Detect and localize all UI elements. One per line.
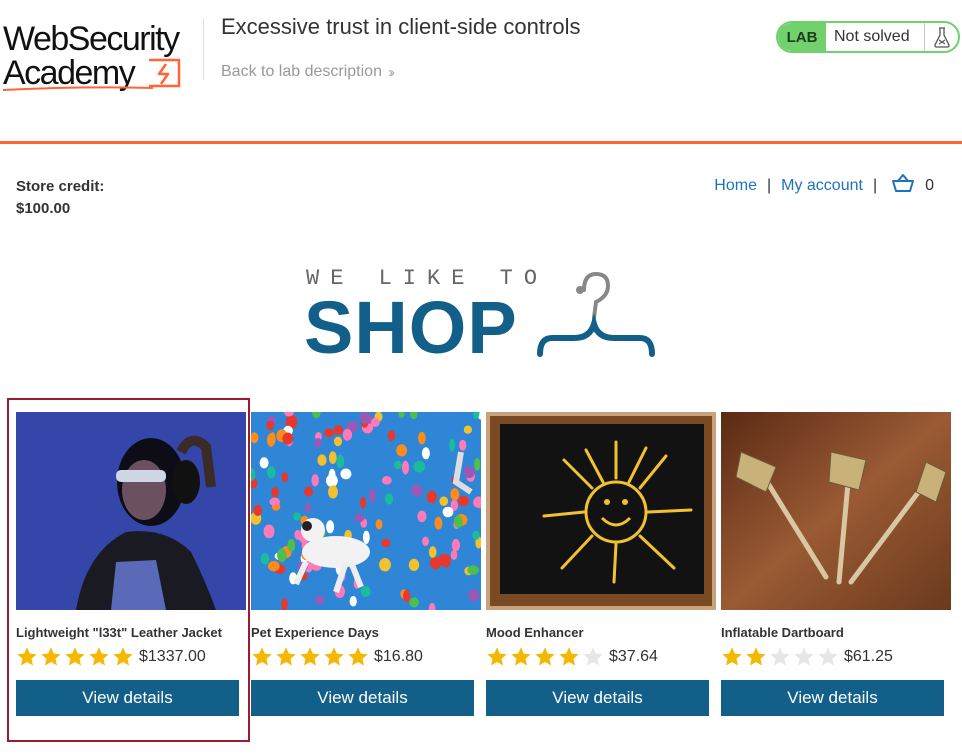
page: WebSecurity Academy Excessive trust in c… [0, 0, 962, 753]
star-filled-icon [535, 647, 555, 666]
product-card: Lightweight "l33t" Leather Jacket $1337.… [16, 412, 246, 716]
star-filled-icon [276, 647, 296, 666]
lab-status-text: Not solved [834, 28, 910, 45]
product-image [16, 412, 246, 610]
product-image [721, 412, 951, 610]
star-filled-icon [487, 647, 507, 666]
web-security-academy-logo[interactable]: WebSecurity Academy [3, 14, 203, 94]
star-filled-icon [65, 647, 85, 666]
star-filled-icon [89, 647, 109, 666]
nav-my-account-link[interactable]: My account [781, 177, 863, 195]
store-credit-label: Store credit: [16, 178, 105, 195]
star-rating [486, 646, 604, 668]
product-price: $1337.00 [139, 648, 206, 665]
view-details-button[interactable]: View details [251, 680, 474, 716]
star-filled-icon [324, 647, 344, 666]
star-filled-icon [746, 647, 766, 666]
star-empty-icon [770, 647, 790, 666]
back-link-label: Back to lab description [221, 63, 382, 80]
nav-separator: | [872, 176, 878, 194]
top-navigation: Home | My account | 0 [714, 173, 934, 198]
view-details-button[interactable]: View details [721, 680, 944, 716]
star-empty-icon [794, 647, 814, 666]
lab-badge: LAB [778, 23, 826, 51]
hanger-icon [536, 268, 656, 365]
star-filled-icon [252, 647, 272, 666]
product-price: $37.64 [609, 648, 658, 665]
view-details-button[interactable]: View details [16, 680, 239, 716]
cart-link[interactable]: 0 [891, 173, 934, 198]
star-empty-icon [818, 647, 838, 666]
star-filled-icon [348, 647, 368, 666]
product-price: $61.25 [844, 648, 893, 665]
flask-icon [924, 23, 958, 51]
star-filled-icon [41, 647, 61, 666]
double-chevron-right-icon: ›› [387, 63, 395, 81]
product-rating-row: $37.64 [486, 644, 716, 670]
product-rating-row: $61.25 [721, 644, 951, 670]
star-filled-icon [300, 647, 320, 666]
product-card: Inflatable Dartboard $61.25 View details [721, 412, 951, 716]
star-filled-icon [17, 647, 37, 666]
star-filled-icon [722, 647, 742, 666]
product-name: Inflatable Dartboard [721, 625, 844, 640]
product-name: Lightweight "l33t" Leather Jacket [16, 625, 222, 640]
product-image [486, 412, 716, 610]
svg-text:Academy: Academy [3, 54, 136, 92]
lab-status-widget: LAB Not solved [776, 21, 960, 53]
product-card: Pet Experience Days $16.80 View details [251, 412, 481, 716]
cart-icon [891, 173, 915, 198]
product-price: $16.80 [374, 648, 423, 665]
star-rating [251, 646, 369, 668]
product-name: Mood Enhancer [486, 625, 584, 640]
product-rating-row: $16.80 [251, 644, 481, 670]
star-filled-icon [559, 647, 579, 666]
product-grid: Lightweight "l33t" Leather Jacket $1337.… [0, 412, 962, 742]
star-filled-icon [511, 647, 531, 666]
banner-shop-title: SHOP [304, 286, 518, 369]
star-empty-icon [583, 647, 603, 666]
header-divider [203, 18, 204, 80]
product-rating-row: $1337.00 [16, 644, 246, 670]
star-filled-icon [113, 647, 133, 666]
store-credit: Store credit: $100.00 [16, 176, 104, 220]
academy-header: WebSecurity Academy Excessive trust in c… [0, 0, 962, 144]
svg-text:WebSecurity: WebSecurity [3, 20, 180, 58]
product-name: Pet Experience Days [251, 625, 379, 640]
lab-title: Excessive trust in client-side controls [221, 14, 581, 39]
star-rating [721, 646, 839, 668]
product-image [251, 412, 481, 610]
nav-home-link[interactable]: Home [714, 177, 757, 195]
product-card: Mood Enhancer $37.64 View details [486, 412, 716, 716]
nav-separator: | [766, 176, 772, 194]
back-to-lab-description-link[interactable]: Back to lab description ›› [221, 63, 395, 81]
view-details-button[interactable]: View details [486, 680, 709, 716]
star-rating [16, 646, 134, 668]
store-credit-value: $100.00 [16, 200, 71, 217]
cart-count: 0 [925, 176, 934, 194]
